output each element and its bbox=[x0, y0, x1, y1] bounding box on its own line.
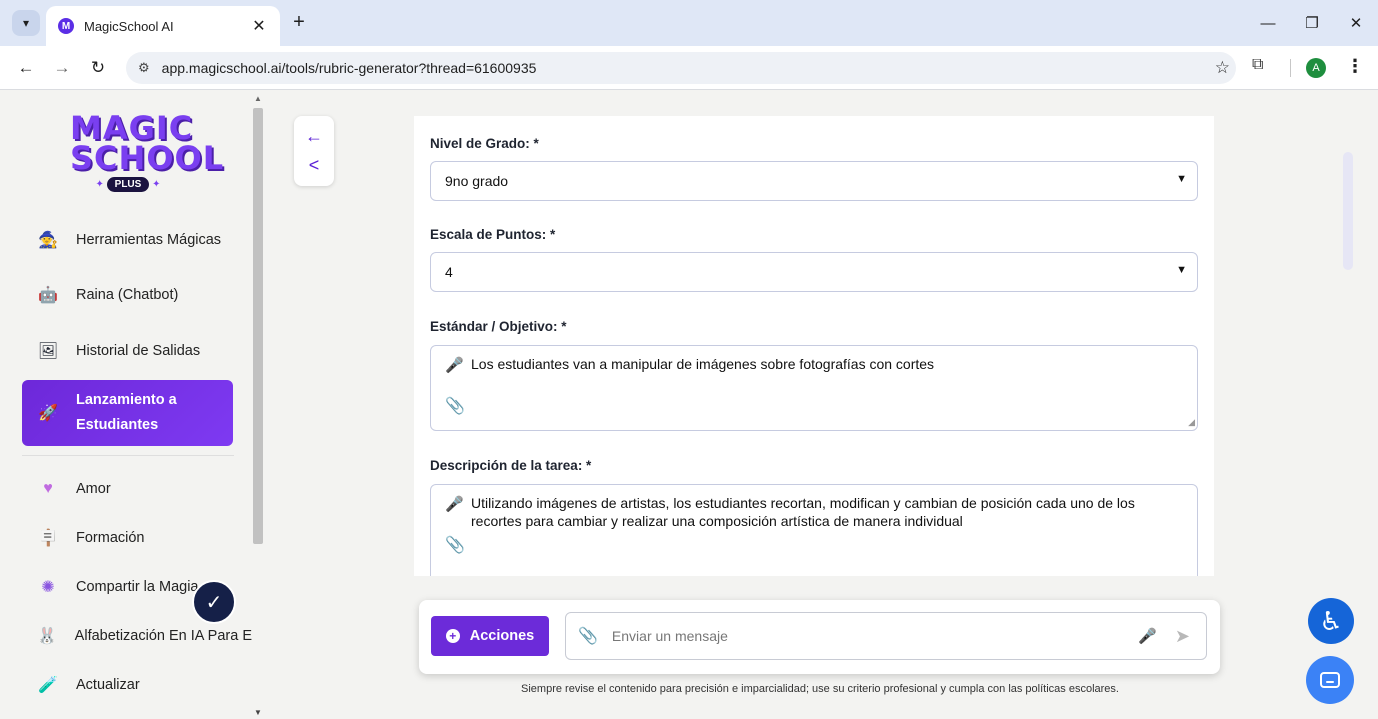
checklist-help-button[interactable]: ✓ bbox=[192, 580, 236, 624]
sidebar-item-formacion[interactable]: 🪧 Formación bbox=[22, 520, 234, 556]
task-text[interactable]: Utilizando imágenes de artistas, los est… bbox=[471, 494, 1183, 530]
task-label: Descripción de la tarea: * bbox=[430, 458, 592, 473]
task-textarea[interactable]: 🎤 Utilizando imágenes de artistas, los e… bbox=[430, 484, 1198, 576]
sidebar-item-amor[interactable]: ♥ Amor bbox=[22, 471, 234, 507]
profile-avatar[interactable]: A bbox=[1306, 58, 1326, 78]
close-icon[interactable]: ✕ bbox=[250, 16, 268, 36]
extensions-icon[interactable]: ⧉ bbox=[1252, 56, 1263, 74]
sparkle-icon: ✺ bbox=[41, 579, 55, 596]
paperclip-icon[interactable]: 📎 bbox=[445, 396, 465, 416]
history-icon: 🖼 bbox=[37, 343, 59, 360]
sparkle-icon: ✦ bbox=[149, 179, 161, 190]
sparkle-icon: ✦ bbox=[95, 179, 107, 190]
browser-tab-bar: ▾ M MagicSchool AI ✕ + — ❐ ✕ bbox=[0, 0, 1378, 46]
grade-label: Nivel de Grado: * bbox=[430, 136, 539, 151]
sidebar-item-label: Formación bbox=[76, 530, 145, 546]
sidebar-item-raina[interactable]: 🤖 Raina (Chatbot) bbox=[22, 277, 234, 313]
accessibility-icon: ♿ bbox=[1319, 605, 1343, 636]
sidebar-item-actualizar[interactable]: 🧪 Actualizar bbox=[22, 667, 234, 703]
sidebar-item-label: Alfabetización En IA Para E bbox=[74, 628, 252, 644]
easel-icon: 🪧 bbox=[38, 530, 58, 547]
url-text[interactable]: app.magicschool.ai/tools/rubric-generato… bbox=[162, 60, 537, 76]
message-input[interactable] bbox=[611, 628, 1139, 644]
window-controls: — ❐ ✕ bbox=[1246, 0, 1378, 46]
browser-tab[interactable]: M MagicSchool AI ✕ bbox=[46, 6, 280, 46]
message-box[interactable]: 📎 🎤 ➤ bbox=[565, 612, 1207, 660]
paperclip-icon[interactable]: 📎 bbox=[578, 626, 598, 646]
kebab-menu-icon[interactable]: ⋮ bbox=[1346, 56, 1364, 77]
back-arrow-icon[interactable]: ← bbox=[305, 126, 323, 147]
microphone-icon[interactable]: 🎤 bbox=[445, 356, 464, 374]
sidebar-item-label: Lanzamiento a Estudiantes bbox=[76, 392, 177, 433]
restore-icon[interactable]: ❐ bbox=[1290, 0, 1334, 46]
points-select[interactable]: 4 ▼ bbox=[430, 252, 1198, 292]
support-chat-button[interactable] bbox=[1306, 656, 1354, 704]
microphone-icon[interactable]: 🎤 bbox=[445, 495, 464, 513]
heart-icon: ♥ bbox=[43, 480, 53, 497]
points-select-value: 4 bbox=[445, 264, 453, 280]
sidebar-item-label: Amor bbox=[76, 481, 111, 497]
sidebar-item-label: Compartir la Magia bbox=[76, 579, 199, 595]
sidebar-item-label: Raina (Chatbot) bbox=[76, 287, 179, 303]
tab-dropdown-icon[interactable]: ▾ bbox=[12, 10, 40, 36]
chevron-down-icon: ▼ bbox=[1176, 264, 1187, 276]
sidebar-item-historial[interactable]: 🖼 Historial de Salidas bbox=[22, 333, 234, 369]
star-icon[interactable]: ☆ bbox=[1215, 58, 1230, 78]
plus-icon[interactable]: + bbox=[288, 12, 310, 34]
potion-icon: 🧪 bbox=[38, 677, 58, 694]
points-label: Escala de Puntos: * bbox=[430, 227, 556, 242]
sidebar-item-label: Historial de Salidas bbox=[76, 343, 201, 359]
plus-badge: PLUS bbox=[106, 177, 150, 192]
paperclip-icon[interactable]: 📎 bbox=[445, 535, 465, 555]
sidebar-item-label: Herramientas Mágicas bbox=[76, 232, 222, 248]
scroll-up-icon[interactable]: ▲ bbox=[254, 94, 262, 103]
sidebar: MAGIC SCHOOL ✦ PLUS ✦ 🧙 Herramientas Mág… bbox=[0, 91, 252, 719]
robot-icon: 🤖 bbox=[38, 287, 58, 304]
sidebar-item-herramientas[interactable]: 🧙 Herramientas Mágicas bbox=[22, 222, 234, 258]
standard-text[interactable]: Los estudiantes van a manipular de imáge… bbox=[471, 355, 1183, 373]
reload-icon[interactable]: ↻ bbox=[86, 56, 110, 80]
minimize-icon[interactable]: — bbox=[1246, 0, 1290, 46]
magicschool-logo[interactable]: MAGIC SCHOOL ✦ PLUS ✦ bbox=[70, 112, 225, 192]
url-omnibox[interactable]: ⚙ app.magicschool.ai/tools/rubric-genera… bbox=[126, 52, 1236, 84]
address-bar-row: ← → ↻ ⚙ app.magicschool.ai/tools/rubric-… bbox=[0, 46, 1378, 90]
toolbar-divider bbox=[1290, 59, 1291, 77]
actions-button[interactable]: + Acciones bbox=[431, 616, 549, 656]
standard-textarea[interactable]: 🎤 Los estudiantes van a manipular de imá… bbox=[430, 345, 1198, 431]
chevron-down-icon: ▼ bbox=[1176, 173, 1187, 185]
resize-handle[interactable]: ◢ bbox=[1188, 417, 1195, 428]
tab-title: MagicSchool AI bbox=[84, 18, 174, 34]
grade-select[interactable]: 9no grado ▼ bbox=[430, 161, 1198, 201]
share-icon[interactable]: < bbox=[309, 155, 320, 176]
magicschool-favicon-icon: M bbox=[58, 18, 74, 34]
chat-composer: + Acciones 📎 🎤 ➤ bbox=[419, 600, 1220, 674]
sidebar-scroll-thumb[interactable] bbox=[253, 108, 263, 544]
check-badge-icon: ✓ bbox=[205, 591, 223, 614]
disclaimer-text: Siempre revise el contenido para precisi… bbox=[521, 683, 1119, 695]
rocket-icon: 🚀 bbox=[38, 405, 58, 422]
logo-line-school: SCHOOL bbox=[70, 139, 225, 177]
standard-label: Estándar / Objetivo: * bbox=[430, 319, 567, 334]
mini-toolbar: ← < bbox=[294, 116, 334, 186]
plus-circle-icon: + bbox=[445, 629, 460, 643]
site-info-icon[interactable]: ⚙ bbox=[138, 60, 150, 76]
wizard-icon: 🧙 bbox=[38, 232, 58, 249]
sidebar-item-lanzamiento[interactable]: 🚀 Lanzamiento a Estudiantes bbox=[22, 380, 233, 446]
actions-label: Acciones bbox=[469, 628, 535, 644]
back-arrow-icon[interactable]: ← bbox=[14, 56, 38, 80]
rubric-form: Nivel de Grado: * 9no grado ▼ Escala de … bbox=[414, 116, 1214, 576]
bunny-icon: 🐰 bbox=[37, 628, 58, 645]
accessibility-button[interactable]: ♿ bbox=[1308, 598, 1354, 644]
microphone-icon[interactable]: 🎤 bbox=[1138, 627, 1157, 645]
close-window-icon[interactable]: ✕ bbox=[1334, 0, 1378, 46]
chat-bubble-icon bbox=[1320, 672, 1340, 688]
sidebar-divider bbox=[22, 455, 234, 456]
grade-select-value: 9no grado bbox=[445, 173, 509, 189]
forward-arrow-icon[interactable]: → bbox=[50, 56, 74, 80]
sidebar-item-label: Actualizar bbox=[76, 677, 140, 693]
send-icon[interactable]: ➤ bbox=[1175, 626, 1190, 647]
page-scroll-thumb[interactable] bbox=[1343, 152, 1353, 270]
scroll-down-icon[interactable]: ▼ bbox=[254, 708, 262, 717]
